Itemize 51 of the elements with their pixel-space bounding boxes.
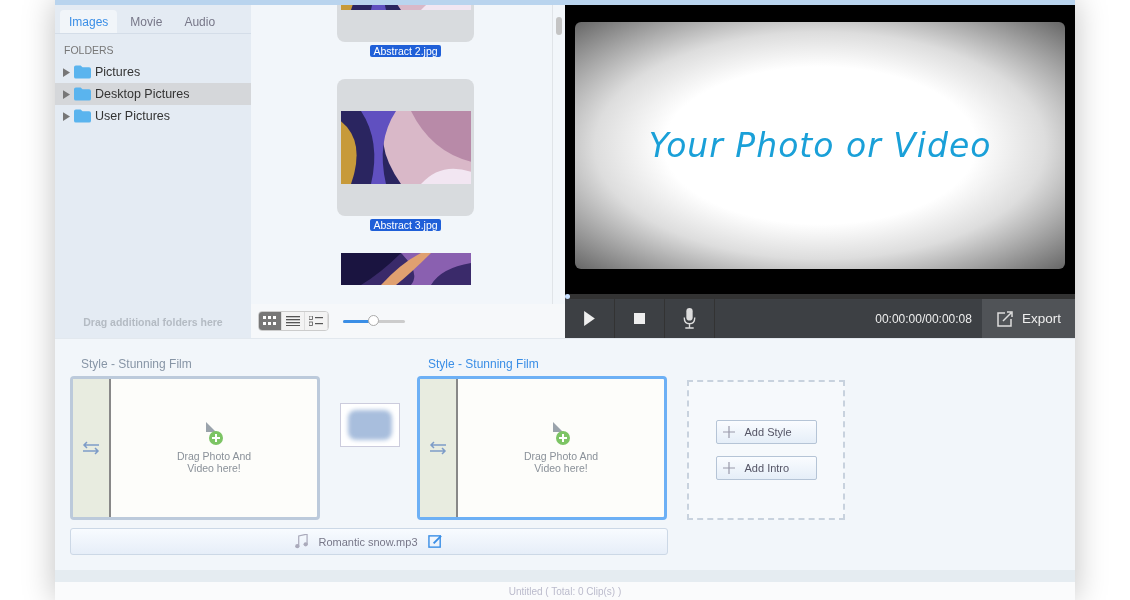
zoom-slider[interactable] [343,314,405,328]
add-media-icon [204,422,224,446]
audio-name: Romantic snow.mp3 [318,535,418,548]
folder-item[interactable]: Pictures [55,61,251,83]
scrollbar[interactable] [556,17,562,35]
disclosure-triangle-icon[interactable] [63,89,70,99]
clip-slot[interactable]: Drag Photo And Video here! [417,376,667,520]
edit-icon[interactable] [427,534,443,549]
swap-icon[interactable] [82,441,100,455]
add-media-icon [551,422,571,446]
folder-item[interactable]: Desktop Pictures [55,83,251,105]
export-button[interactable]: Export [981,299,1075,338]
detail-view-button[interactable] [305,312,328,330]
add-button[interactable]: Add Style [715,420,817,444]
clip-slot[interactable]: Drag Photo And Video here! [70,376,320,520]
disclosure-triangle-icon[interactable] [63,67,70,77]
folder-icon [74,87,91,101]
tab[interactable]: Audio [175,10,225,33]
playhead[interactable] [565,294,570,299]
tab[interactable]: Images [60,10,118,33]
disclosure-triangle-icon[interactable] [63,111,70,121]
swap-icon[interactable] [429,441,447,455]
style-label: Style - Stunning Film [427,357,540,371]
list-icon [286,316,300,326]
music-note-icon [295,534,309,549]
grid-view-button[interactable] [259,312,282,330]
drop-hint: Drag Photo And Video here! [522,450,600,474]
grid-icon [263,316,277,326]
file-name[interactable]: Abstract 2.jpg [370,45,441,57]
list-view-button[interactable] [282,312,305,330]
microphone-icon [683,308,696,329]
plus-icon [722,426,735,438]
file-name[interactable]: Abstract 3.jpg [370,219,441,231]
audio-track[interactable]: Romantic snow.mp3 [70,528,668,555]
detail-list-icon [309,316,323,326]
stop-icon [634,313,645,324]
folder-icon [74,109,91,123]
add-button[interactable]: Add Intro [715,456,817,480]
drop-hint: Drag Photo And Video here! [175,450,253,474]
play-icon [584,311,595,326]
transition-thumbnail[interactable] [340,403,400,447]
tab[interactable]: Movie [121,10,172,33]
placeholder-text: Your Photo or Video [648,126,992,165]
folder-icon [74,65,91,79]
section-heading: FOLDERS [63,43,115,58]
time-display: 00:00:00/00:00:08 [875,311,973,326]
export-icon [995,309,1014,328]
style-label: Style - Stunning Film [80,357,193,371]
plus-icon [722,462,735,474]
thumbnail-card[interactable] [337,79,474,216]
folder-item[interactable]: User Pictures [55,105,251,127]
